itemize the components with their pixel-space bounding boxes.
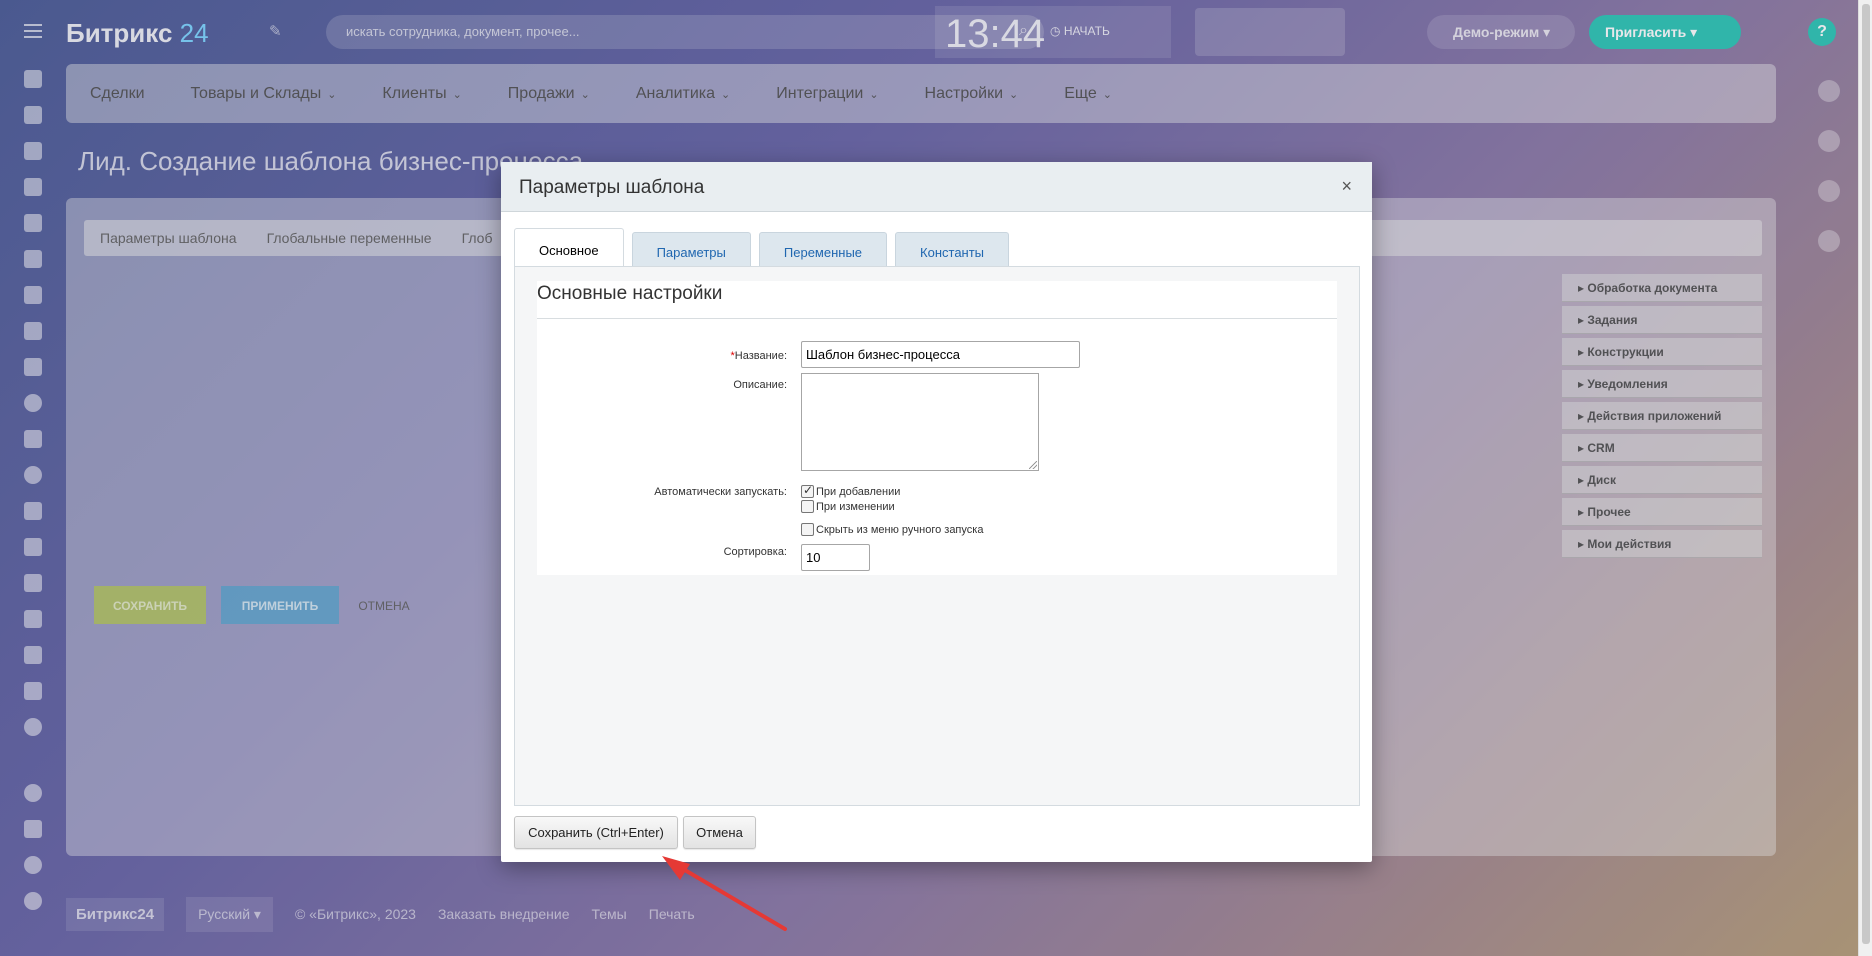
tab-content: Основные настройки *Название: Шаблон биз… xyxy=(514,266,1360,806)
description-textarea[interactable] xyxy=(801,373,1039,471)
hide-menu-checkbox[interactable] xyxy=(801,523,814,536)
dialog-title: Параметры шаблона xyxy=(519,177,705,198)
section-title: Основные настройки xyxy=(537,283,723,304)
dialog-tabs: Основное Параметры Переменные Константы xyxy=(514,228,1010,270)
sort-label: Сортировка: xyxy=(723,546,787,558)
name-input[interactable]: Шаблон бизнес-процесса xyxy=(801,341,1080,368)
save-button[interactable]: Сохранить (Ctrl+Enter) xyxy=(514,816,678,849)
on-change-checkbox-row[interactable]: При изменении xyxy=(801,500,895,513)
page-scrollbar[interactable] xyxy=(1858,0,1872,956)
on-change-checkbox[interactable] xyxy=(801,500,814,513)
cancel-button[interactable]: Отмена xyxy=(683,816,756,849)
autostart-label: Автоматически запускать: xyxy=(654,486,787,498)
main-settings-section: Основные настройки *Название: Шаблон биз… xyxy=(537,281,1337,575)
close-icon[interactable]: × xyxy=(1341,176,1352,197)
sort-input[interactable]: 10 xyxy=(801,544,870,571)
tab-variables[interactable]: Переменные xyxy=(758,232,888,270)
description-label: Описание: xyxy=(733,379,787,391)
tab-constants[interactable]: Константы xyxy=(895,232,1010,270)
template-params-dialog: Параметры шаблона × Основное Параметры П… xyxy=(501,162,1372,862)
section-divider xyxy=(537,318,1337,319)
on-add-checkbox-row[interactable]: При добавлении xyxy=(801,483,900,498)
name-label: *Название: xyxy=(730,350,788,362)
on-add-checkbox[interactable] xyxy=(801,483,814,498)
hide-menu-checkbox-row[interactable]: Скрыть из меню ручного запуска xyxy=(801,523,983,536)
tab-main[interactable]: Основное xyxy=(514,228,624,270)
dialog-header: Параметры шаблона × xyxy=(501,162,1372,212)
tab-parameters[interactable]: Параметры xyxy=(631,232,751,270)
